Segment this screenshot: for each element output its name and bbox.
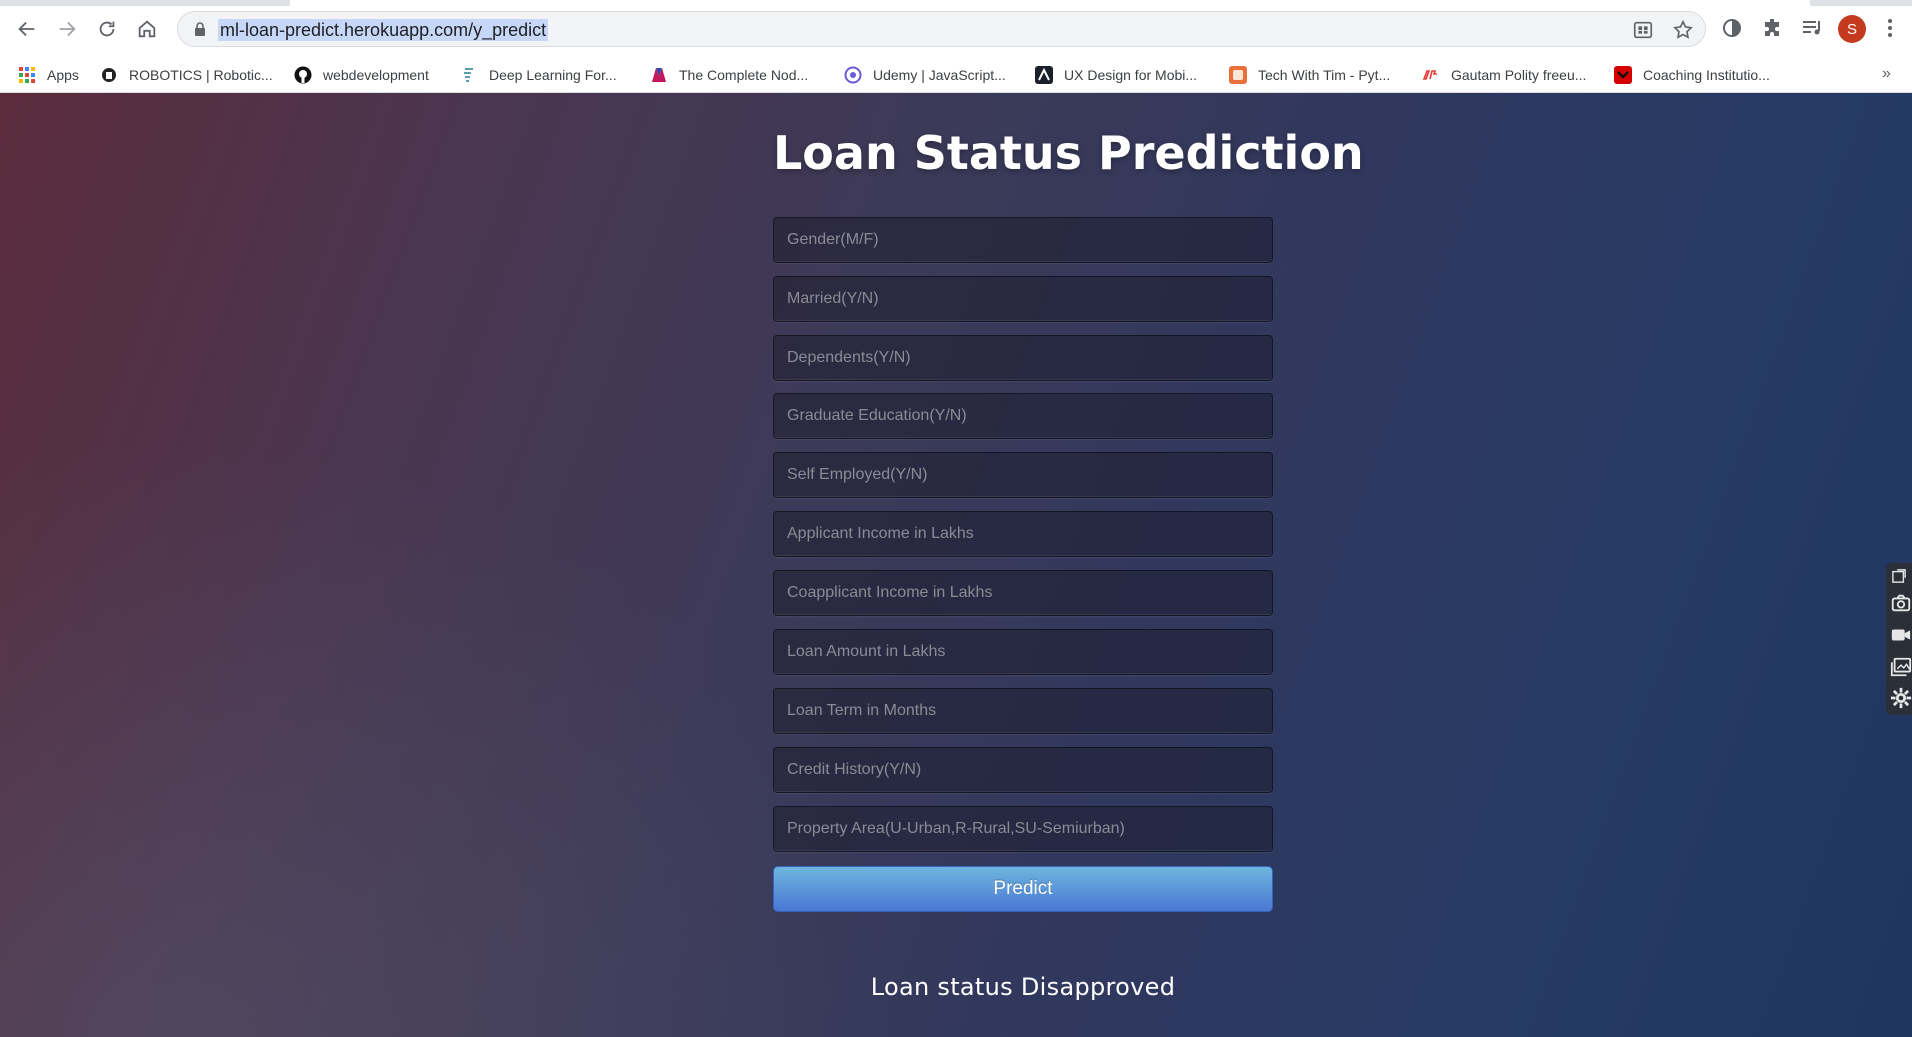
graduate-education-input[interactable] xyxy=(773,393,1273,439)
bookmark-label: Tech With Tim - Pyt... xyxy=(1258,67,1391,83)
side-toolbar-widget xyxy=(1886,563,1912,715)
bookmark-apps[interactable]: Apps xyxy=(18,63,79,87)
media-queue-icon[interactable] xyxy=(1800,16,1824,40)
bookmark-label: Udemy | JavaScript... xyxy=(873,67,1006,83)
loan-amount-input[interactable] xyxy=(773,629,1273,675)
browser-toolbar: ml-loan-predict.herokuapp.com/y_predict … xyxy=(0,0,1912,57)
bookmark-udemy-javascript[interactable]: Udemy | JavaScript... xyxy=(844,63,1006,87)
bookmark-tech-with-tim[interactable]: Tech With Tim - Pyt... xyxy=(1229,63,1390,87)
self-employed-input[interactable] xyxy=(773,452,1273,498)
video-icon[interactable] xyxy=(1890,624,1912,646)
gender-input[interactable] xyxy=(773,217,1273,263)
deep-learning-icon xyxy=(464,68,473,82)
page-background: Loan Status Prediction Predict Loan stat… xyxy=(0,93,1912,1037)
robotics-icon xyxy=(102,68,116,82)
settings-gear-icon[interactable] xyxy=(1890,687,1912,709)
bookmark-label: Deep Learning For... xyxy=(489,67,617,83)
camera-icon[interactable] xyxy=(1890,592,1912,614)
udemy-icon xyxy=(844,66,862,84)
tab-strip xyxy=(0,0,1912,6)
bookmark-label: UX Design for Mobi... xyxy=(1064,67,1198,83)
bookmark-robotics[interactable]: ROBOTICS | Robotic... xyxy=(100,63,273,87)
bookmarks-overflow-button[interactable]: » xyxy=(1882,65,1891,83)
bookmark-gautam-polity[interactable]: Gautam Polity freeu... xyxy=(1422,63,1586,87)
bookmark-ux-design[interactable]: UX Design for Mobi... xyxy=(1035,63,1197,87)
bookmark-deep-learning[interactable]: Deep Learning For... xyxy=(460,63,617,87)
url-text[interactable]: ml-loan-predict.herokuapp.com/y_predict xyxy=(218,19,549,41)
ux-icon xyxy=(1035,66,1053,84)
extensions-puzzle-icon[interactable] xyxy=(1760,16,1784,40)
reload-icon[interactable] xyxy=(92,14,122,44)
bookmark-star-icon[interactable] xyxy=(1672,19,1694,41)
loan-term-input[interactable] xyxy=(773,688,1273,734)
back-icon[interactable] xyxy=(12,14,42,44)
bookmark-coaching[interactable]: Coaching Institutio... xyxy=(1614,63,1770,87)
lock-icon[interactable] xyxy=(192,21,208,37)
bookmark-label: Gautam Polity freeu... xyxy=(1451,67,1587,83)
extension-circle-icon[interactable] xyxy=(1720,16,1744,40)
bookmark-label: webdevelopment xyxy=(323,67,429,83)
coaching-icon xyxy=(1614,66,1632,84)
dependents-input[interactable] xyxy=(773,335,1273,381)
married-input[interactable] xyxy=(773,276,1273,322)
address-bar[interactable]: ml-loan-predict.herokuapp.com/y_predict xyxy=(177,11,1706,47)
home-icon[interactable] xyxy=(132,14,162,44)
predict-button[interactable]: Predict xyxy=(773,866,1273,912)
collapse-icon[interactable] xyxy=(1892,569,1906,583)
forward-icon[interactable] xyxy=(52,14,82,44)
bookmark-webdevelopment[interactable]: webdevelopment xyxy=(294,63,429,87)
credit-history-input[interactable] xyxy=(773,747,1273,793)
coapplicant-income-input[interactable] xyxy=(773,570,1273,616)
translate-icon[interactable] xyxy=(1632,19,1654,41)
iot-icon xyxy=(1422,70,1437,80)
course-icon xyxy=(652,68,666,82)
tech-with-tim-icon xyxy=(1229,66,1247,84)
page-title: Loan Status Prediction xyxy=(773,126,1364,180)
active-tab[interactable] xyxy=(290,0,1810,6)
bookmark-label: Coaching Institutio... xyxy=(1643,67,1770,83)
applicant-income-input[interactable] xyxy=(773,511,1273,557)
bookmark-label: Apps xyxy=(47,67,79,83)
github-icon xyxy=(294,66,312,84)
profile-avatar[interactable]: S xyxy=(1838,15,1866,43)
gallery-icon[interactable] xyxy=(1890,656,1912,678)
bookmark-label: ROBOTICS | Robotic... xyxy=(129,67,273,83)
prediction-result: Loan status Disapproved xyxy=(870,973,1176,1001)
apps-grid-icon xyxy=(19,67,35,83)
bookmark-complete-node[interactable]: The Complete Nod... xyxy=(650,63,808,87)
bookmarks-bar: Apps ROBOTICS | Robotic... webdevelopmen… xyxy=(0,57,1912,93)
more-menu-icon[interactable] xyxy=(1882,16,1898,40)
bookmark-label: The Complete Nod... xyxy=(679,67,809,83)
property-area-input[interactable] xyxy=(773,806,1273,852)
